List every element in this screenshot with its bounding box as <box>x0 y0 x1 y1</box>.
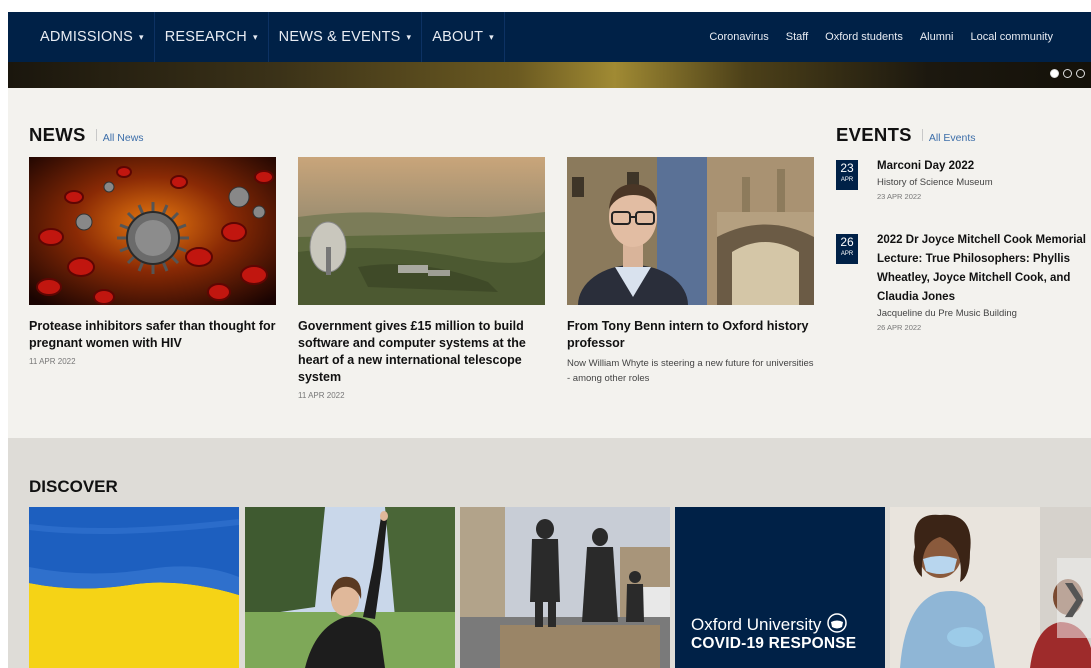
nav-news-events-label: NEWS & EVENTS <box>278 29 401 45</box>
event-day: 26 <box>840 235 854 249</box>
event-venue: Jacqueline du Pre Music Building <box>877 308 1017 319</box>
person-pointing-image <box>245 507 455 668</box>
news-description: Now William Whyte is steering a new futu… <box>567 358 814 384</box>
news-header: NEWS All News <box>29 124 144 146</box>
events-heading: EVENTS <box>836 124 912 145</box>
caret-down-icon: ▾ <box>139 31 144 42</box>
caret-down-icon: ▾ <box>489 31 494 42</box>
event-item[interactable]: 26 APR 2022 Dr Joyce Mitchell Cook Memor… <box>836 231 1087 332</box>
virus-illustration-image <box>29 157 276 305</box>
news-card[interactable]: From Tony Benn intern to Oxford history … <box>567 157 814 386</box>
news-date: 11 APR 2022 <box>29 357 76 366</box>
event-body: 2022 Dr Joyce Mitchell Cook Memorial Lec… <box>877 231 1087 332</box>
event-title[interactable]: Marconi Day 2022 <box>877 157 1087 176</box>
portrait-bridge-image <box>567 157 814 305</box>
link-local-community[interactable]: Local community <box>970 31 1053 43</box>
top-navigation: ADMISSIONS ▾ RESEARCH ▾ NEWS & EVENTS ▾ ABO… <box>8 12 1091 62</box>
main-nav: ADMISSIONS ▾ RESEARCH ▾ NEWS & EVENTS ▾ ABO… <box>30 12 505 62</box>
news-date: 11 APR 2022 <box>298 391 345 400</box>
discover-tile-covid-response[interactable]: Oxford University COVID-19 RESPONSE <box>675 507 885 668</box>
event-day: 23 <box>840 161 854 175</box>
nav-admissions[interactable]: ADMISSIONS ▾ <box>30 12 155 62</box>
event-date: 23 APR 2022 <box>877 192 922 201</box>
covid-tile-line1: Oxford University <box>691 615 822 634</box>
link-staff[interactable]: Staff <box>786 31 808 43</box>
event-item[interactable]: 23 APR Marconi Day 2022 History of Scien… <box>836 157 1087 201</box>
nav-research-label: RESEARCH <box>164 29 247 45</box>
event-date-badge: 23 APR <box>836 160 858 190</box>
discover-tile-ukraine[interactable] <box>29 507 239 668</box>
divider <box>921 129 923 141</box>
news-card[interactable]: Government gives £15 million to build so… <box>298 157 545 400</box>
event-title[interactable]: 2022 Dr Joyce Mitchell Cook Memorial Lec… <box>877 231 1087 307</box>
news-title[interactable]: Protease inhibitors safer than thought f… <box>29 318 276 352</box>
hero-banner <box>8 62 1091 88</box>
nav-about-label: ABOUT <box>432 29 484 45</box>
nav-research[interactable]: RESEARCH ▾ <box>155 12 269 62</box>
event-month: APR <box>840 177 854 183</box>
caret-down-icon: ▾ <box>252 31 258 42</box>
carousel-dot-3[interactable] <box>1076 69 1085 78</box>
utility-nav: Coronavirus Staff Oxford students Alumni… <box>709 12 1053 62</box>
carousel-dot-1[interactable] <box>1050 69 1059 78</box>
news-title[interactable]: From Tony Benn intern to Oxford history … <box>567 318 814 352</box>
discover-tile-pointing[interactable] <box>245 507 455 668</box>
ukraine-flag-image <box>29 507 239 668</box>
news-events-section: NEWS All News Protease inhibitors safer … <box>8 88 1091 438</box>
face-mask-icon <box>827 613 847 633</box>
link-coronavirus[interactable]: Coronavirus <box>709 31 768 43</box>
event-date: 26 APR 2022 <box>877 323 922 332</box>
event-body: Marconi Day 2022 History of Science Muse… <box>877 157 1087 201</box>
carousel-dots <box>1050 69 1085 78</box>
nav-about[interactable]: ABOUT ▾ <box>422 12 505 62</box>
link-alumni[interactable]: Alumni <box>920 31 954 43</box>
discover-heading: DISCOVER <box>29 477 118 496</box>
link-oxford-students[interactable]: Oxford students <box>825 31 903 43</box>
carousel-next-arrow[interactable]: ❯ <box>1057 558 1091 638</box>
street-sculpture-image <box>460 507 670 668</box>
event-venue: History of Science Museum <box>877 177 993 188</box>
news-title[interactable]: Government gives £15 million to build so… <box>298 318 545 386</box>
divider <box>95 129 97 141</box>
nav-news-events[interactable]: NEWS & EVENTS ▾ <box>269 12 423 62</box>
event-month: APR <box>840 251 854 257</box>
aerial-landscape-image <box>298 157 545 305</box>
nav-admissions-label: ADMISSIONS <box>40 29 134 45</box>
discover-section: DISCOVER Oxford University COVID-19 RESP… <box>8 438 1091 668</box>
news-heading: NEWS <box>29 124 86 145</box>
caret-down-icon: ▾ <box>406 31 412 42</box>
all-events-link[interactable]: All Events <box>929 132 976 144</box>
all-news-link[interactable]: All News <box>103 132 144 144</box>
discover-tile-sculpture[interactable] <box>460 507 670 668</box>
events-header: EVENTS All Events <box>836 124 976 146</box>
covid-tile-line2: COVID-19 RESPONSE <box>691 635 857 652</box>
event-date-badge: 26 APR <box>836 234 858 264</box>
news-card[interactable]: Protease inhibitors safer than thought f… <box>29 157 276 366</box>
carousel-dot-2[interactable] <box>1063 69 1072 78</box>
